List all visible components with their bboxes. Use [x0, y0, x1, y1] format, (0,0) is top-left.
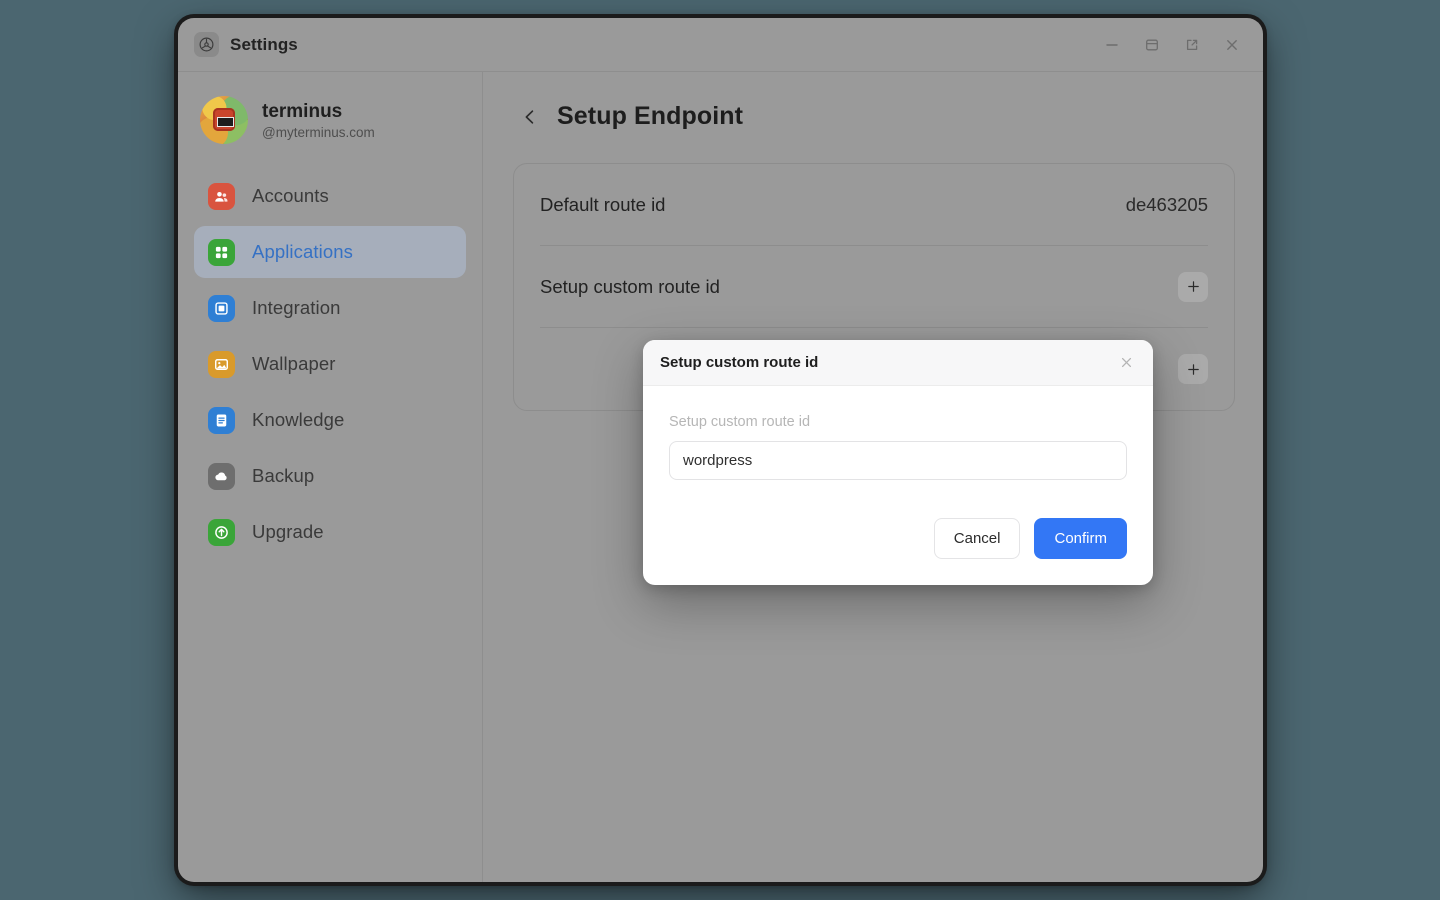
- settings-window: Settings terminus @myterminus.com Accoun…: [178, 18, 1263, 882]
- close-icon[interactable]: [1115, 352, 1137, 374]
- cancel-button[interactable]: Cancel: [933, 518, 1021, 559]
- route-id-input[interactable]: [669, 441, 1127, 480]
- modal-title: Setup custom route id: [660, 354, 819, 371]
- modal-overlay: Setup custom route id Setup custom route…: [178, 18, 1263, 882]
- modal-footer: Cancel Confirm: [643, 500, 1153, 585]
- route-id-field-label: Setup custom route id: [669, 414, 811, 430]
- setup-custom-route-id-dialog: Setup custom route id Setup custom route…: [643, 340, 1153, 585]
- modal-body: Setup custom route id: [643, 386, 1153, 500]
- confirm-button[interactable]: Confirm: [1034, 518, 1127, 559]
- modal-header: Setup custom route id: [643, 340, 1153, 386]
